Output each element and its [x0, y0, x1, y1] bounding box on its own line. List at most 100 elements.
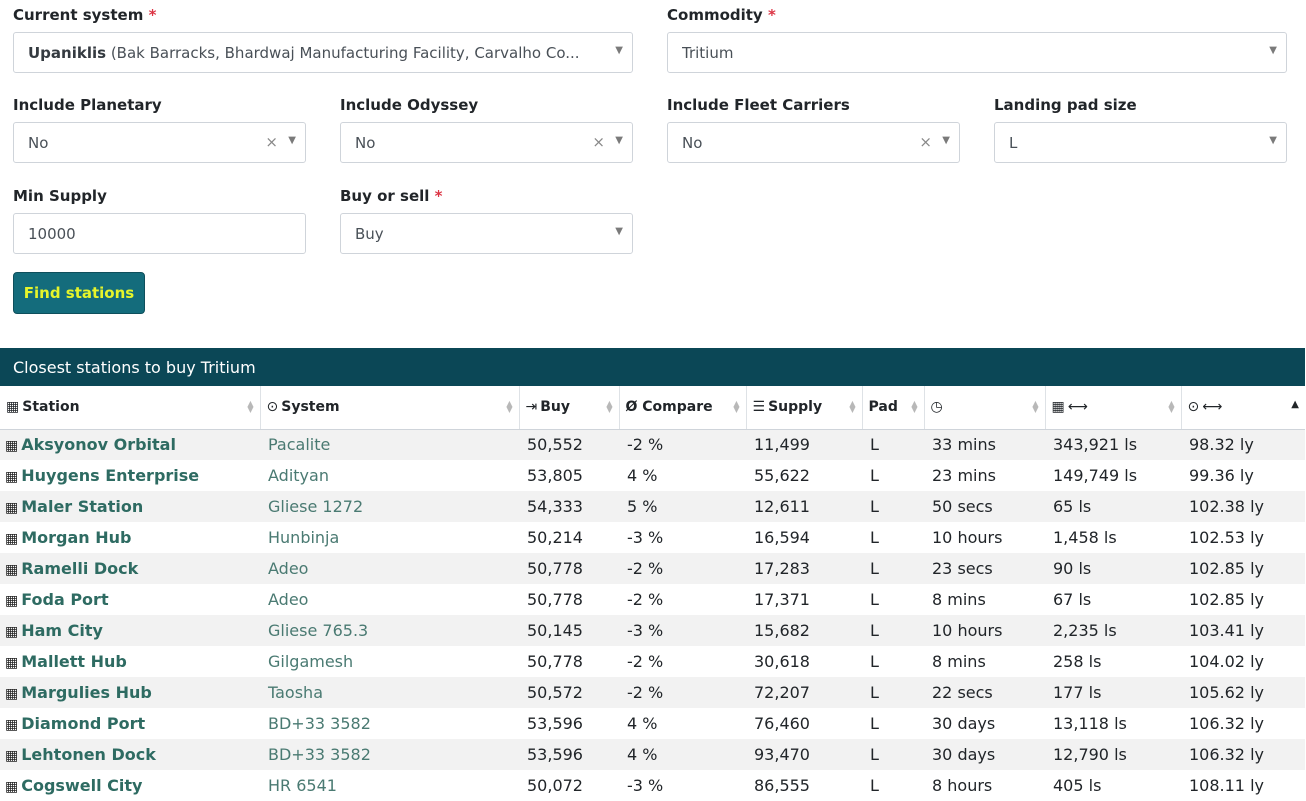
commodity-label: Commodity * [667, 6, 776, 24]
station-cell[interactable]: ▦ Diamond Port [0, 708, 260, 739]
system-link[interactable]: Taosha [260, 677, 519, 708]
system-link[interactable]: BD+33 3582 [260, 708, 519, 739]
column-header-system-distance[interactable]: ⊙ ⟷ ▲ [1181, 386, 1305, 430]
building-icon: ▦ [6, 399, 20, 416]
min-supply-input[interactable] [13, 213, 306, 254]
station-cell[interactable]: ▦ Aksyonov Orbital [0, 429, 260, 460]
chevron-down-icon: ▼ [1269, 45, 1277, 56]
list-icon: ☰ [752, 399, 766, 416]
station-link[interactable]: Huygens Enterprise [21, 466, 199, 485]
supply-value: 86,555 [754, 776, 810, 795]
table-row: ▦ Aksyonov Orbital Pacalite 50,552 -2 % 11,49… [0, 429, 1305, 460]
station-link[interactable]: Diamond Port [21, 714, 145, 733]
table-header-row: ▦ Station ▲ ▼ ⊙ System ▲ ▼ ⇥ Buy ▲ ▼ Ø Compare… [0, 386, 1305, 430]
station-link[interactable]: Ham City [21, 621, 103, 640]
station-distance: 12,790 ls [1045, 739, 1181, 770]
station-cell[interactable]: ▦ Morgan Hub [0, 522, 260, 553]
sort-ascending-icon: ▲ [1291, 399, 1299, 410]
pad-value: L [870, 652, 879, 671]
station-link[interactable]: Mallett Hub [21, 652, 127, 671]
system-link[interactable]: Gilgamesh [260, 646, 519, 677]
clear-icon[interactable]: × [919, 133, 932, 151]
station-cell[interactable]: ▦ Huygens Enterprise [0, 460, 260, 491]
clear-icon[interactable]: × [265, 133, 278, 151]
column-header-station-distance[interactable]: ▦ ⟷ ▲ ▼ [1045, 386, 1182, 430]
sort-icon: ▲ ▼ [1032, 399, 1039, 414]
column-header-station[interactable]: ▦ Station ▲ ▼ [0, 386, 261, 430]
results-table: ▦ Station ▲ ▼ ⊙ System ▲ ▼ ⇥ Buy ▲ ▼ Ø Compare… [0, 386, 1305, 801]
sort-icon: ▲ ▼ [606, 399, 613, 414]
station-cell[interactable]: ▦ Mallett Hub [0, 646, 260, 677]
include-odyssey-select[interactable]: No × ▼ [340, 122, 633, 163]
buy-price: 53,805 [527, 466, 583, 485]
station-link[interactable]: Lehtonen Dock [21, 745, 156, 764]
station-link[interactable]: Aksyonov Orbital [21, 435, 176, 454]
system-link[interactable]: BD+33 3582 [260, 739, 519, 770]
include-fleet-carriers-select[interactable]: No × ▼ [667, 122, 960, 163]
station-link[interactable]: Margulies Hub [21, 683, 152, 702]
include-planetary-select[interactable]: No × ▼ [13, 122, 306, 163]
station-cell[interactable]: ▦ Foda Port [0, 584, 260, 615]
system-link[interactable]: HR 6541 [260, 770, 519, 801]
table-row: ▦ Lehtonen Dock BD+33 3582 53,596 4 % 93,470 L… [0, 739, 1305, 770]
system-link[interactable]: Adityan [260, 460, 519, 491]
system-link[interactable]: Adeo [260, 584, 519, 615]
chevron-down-icon: ▼ [615, 226, 623, 237]
station-link[interactable]: Foda Port [21, 590, 108, 609]
buy-or-sell-select[interactable]: Buy ▼ [340, 213, 633, 254]
station-distance: 2,235 ls [1045, 615, 1181, 646]
include-planetary-label: Include Planetary [13, 96, 162, 114]
commodity-select[interactable]: Tritium ▼ [667, 32, 1287, 73]
updated-value: 23 mins [932, 466, 996, 485]
station-cell[interactable]: ▦ Ham City [0, 615, 260, 646]
clear-icon[interactable]: × [592, 133, 605, 151]
find-stations-button[interactable]: Find stations [13, 272, 145, 314]
system-link[interactable]: Gliese 1272 [260, 491, 519, 522]
station-cell[interactable]: ▦ Margulies Hub [0, 677, 260, 708]
station-link[interactable]: Cogswell City [21, 776, 142, 795]
current-system-select[interactable]: Upaniklis (Bak Barracks, Bhardwaj Manufa… [13, 32, 633, 73]
updated-value: 33 mins [924, 429, 1045, 460]
system-link[interactable]: Gliese 765.3 [260, 615, 519, 646]
pad-value: L [870, 528, 879, 547]
system-link[interactable]: Hunbinja [260, 522, 519, 553]
pad-value: L [870, 590, 879, 609]
system-link[interactable]: Adeo [260, 553, 519, 584]
building-icon: ▦ [1051, 399, 1065, 416]
updated-value: 10 hours [932, 528, 1003, 547]
compare-value: -3 % [619, 615, 746, 646]
station-cell[interactable]: ▦ Ramelli Dock [0, 553, 260, 584]
updated-value: 30 days [924, 739, 1045, 770]
system-distance: 105.62 ly [1181, 677, 1305, 708]
updated-value: 22 secs [924, 677, 1045, 708]
column-header-system[interactable]: ⊙ System ▲ ▼ [260, 386, 520, 430]
station-cell[interactable]: ▦ Maler Station [0, 491, 260, 522]
station-cell[interactable]: ▦ Lehtonen Dock [0, 739, 260, 770]
station-cell[interactable]: ▦ Cogswell City [0, 770, 260, 801]
station-distance: 1,458 ls [1053, 528, 1117, 547]
column-header-pad[interactable]: Pad ▲ ▼ [862, 386, 925, 430]
station-link[interactable]: Ramelli Dock [21, 559, 138, 578]
results-title: Closest stations to buy Tritium [0, 348, 1305, 386]
supply-value: 72,207 [746, 677, 862, 708]
column-header-buy[interactable]: ⇥ Buy ▲ ▼ [519, 386, 620, 430]
column-header-supply[interactable]: ☰ Supply ▲ ▼ [746, 386, 863, 430]
table-row: ▦ Huygens Enterprise Adityan 53,805 4 % 55,62… [0, 460, 1305, 491]
updated-value: 10 hours [924, 615, 1045, 646]
chevron-down-icon: ▼ [615, 135, 623, 146]
supply-value: 17,283 [746, 553, 862, 584]
station-link[interactable]: Morgan Hub [21, 528, 131, 547]
landing-pad-size-select[interactable]: L ▼ [994, 122, 1287, 163]
system-distance: 99.36 ly [1189, 466, 1254, 485]
column-header-updated[interactable]: ◷ ▲ ▼ [924, 386, 1046, 430]
building-icon: ▦ [5, 469, 19, 485]
system-link[interactable]: Pacalite [260, 429, 519, 460]
station-link[interactable]: Maler Station [21, 497, 143, 516]
building-icon: ▦ [5, 562, 19, 578]
arrows-horizontal-icon: ⟷ [1067, 399, 1088, 416]
table-row: ▦ Foda Port Adeo 50,778 -2 % 17,371 L 8 mins 67 … [0, 584, 1305, 615]
column-header-compare[interactable]: Ø Compare ▲ ▼ [619, 386, 747, 430]
station-distance: 258 ls [1053, 652, 1102, 671]
compare-value: -2 % [627, 652, 664, 671]
compare-value: 4 % [627, 714, 658, 733]
